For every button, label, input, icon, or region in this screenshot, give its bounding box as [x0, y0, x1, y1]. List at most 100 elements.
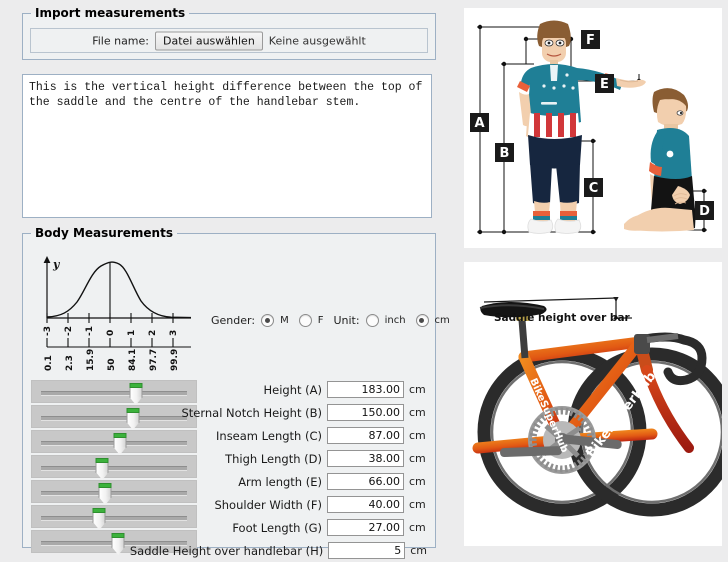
slider-thumb[interactable] — [113, 433, 127, 455]
svg-text:15.9: 15.9 — [86, 349, 96, 371]
slider-thumb-body — [95, 462, 109, 473]
measurement-unit-3: cm — [409, 452, 426, 465]
gender-radio-f[interactable] — [298, 314, 312, 327]
slider-thumb-body — [129, 387, 143, 398]
import-measurements-group: Import measurements File name: Datei aus… — [22, 6, 436, 60]
svg-text:-1: -1 — [85, 326, 95, 336]
slider-thumb[interactable] — [129, 383, 143, 405]
bicycle-saddle-height-diagram: Saddle height over bar BikeSuperHub Bike… — [464, 262, 722, 546]
measurement-input-5[interactable] — [327, 496, 404, 513]
svg-text:99.9: 99.9 — [170, 349, 180, 371]
slider-thumb[interactable] — [95, 458, 109, 480]
measurement-label-6: Foot Length (G) — [232, 520, 322, 535]
measurement-row-6: Foot Length (G) cm — [163, 516, 427, 539]
app-root: Import measurements File name: Datei aus… — [0, 0, 728, 560]
slider-thumb-tip-border — [92, 522, 106, 530]
svg-text:84.1: 84.1 — [128, 349, 138, 371]
measurement-row-7: Saddle Height over handlebar (H) cm — [130, 539, 427, 562]
slider-thumb-body — [111, 537, 125, 548]
measurement-unit-7: cm — [410, 544, 427, 557]
measurement-input-3[interactable] — [327, 450, 404, 467]
svg-text:0.1: 0.1 — [44, 355, 54, 371]
measurement-input-2[interactable] — [327, 427, 404, 444]
description-textarea[interactable]: This is the vertical height difference b… — [22, 74, 432, 218]
gender-radio-f-label: F — [317, 315, 324, 326]
slider-thumb-body — [92, 512, 106, 523]
chart-bell-curve — [46, 261, 192, 319]
cyclist-body-measurement-diagram: A B C D E F — [464, 8, 722, 248]
measurement-unit-0: cm — [409, 383, 426, 396]
import-inner-panel: File name: Datei auswählen Keine ausgewä… — [30, 28, 428, 53]
measurement-input-6[interactable] — [327, 519, 404, 536]
svg-text:B: B — [500, 146, 510, 161]
bike-diagram-svg: Saddle height over bar BikeSuperHub Bike… — [464, 262, 722, 546]
left-panel: Import measurements File name: Datei aus… — [0, 0, 458, 560]
measurement-input-7[interactable] — [328, 542, 406, 559]
measurement-input-1[interactable] — [327, 404, 404, 421]
measurement-unit-6: cm — [409, 521, 426, 534]
measurement-row-2: Inseam Length (C) cm — [163, 424, 427, 447]
svg-text:E: E — [600, 77, 609, 92]
slider-thumb[interactable] — [98, 483, 112, 505]
measurement-label-1: Sternal Notch Height (B) — [181, 405, 322, 420]
unit-radio-inch[interactable] — [365, 314, 379, 327]
body-measurements-legend: Body Measurements — [35, 226, 173, 240]
svg-text:0: 0 — [106, 330, 116, 336]
measurement-row-3: Thigh Length (D) cm — [163, 447, 427, 470]
svg-text:D: D — [699, 204, 710, 219]
chart-y-axis-label: y — [52, 258, 61, 271]
measurement-unit-1: cm — [409, 406, 426, 419]
measurement-row-5: Shoulder Width (F) cm — [163, 493, 427, 516]
measurement-label-0: Height (A) — [263, 382, 322, 397]
slider-thumb-cap — [126, 408, 140, 413]
svg-text:50: 50 — [107, 358, 117, 371]
slider-thumb-tip-border — [113, 447, 127, 455]
gender-radio-m-label: M — [280, 315, 289, 326]
svg-text:C: C — [589, 181, 599, 196]
measurement-unit-5: cm — [409, 498, 426, 511]
slider-thumb-cap — [111, 533, 125, 538]
chart-z-tick-labels: -3 -2 -1 0 1 2 3 — [43, 326, 179, 336]
svg-text:F: F — [586, 33, 595, 48]
slider-thumb[interactable] — [111, 533, 125, 555]
measurement-unit-2: cm — [409, 429, 426, 442]
body-diagram-svg: A B C D E F — [464, 8, 722, 248]
svg-text:2: 2 — [148, 330, 158, 336]
slider-thumb-tip-border — [126, 422, 140, 430]
slider-thumb-cap — [113, 433, 127, 438]
chart-svg: y -3 -2 -1 0 1 2 3 0.1 2.3 15.9 50 84.1 … — [43, 256, 192, 371]
file-name-label: File name: — [92, 34, 149, 47]
slider-thumb[interactable] — [92, 508, 106, 530]
measurement-unit-4: cm — [409, 475, 426, 488]
gender-unit-options-row: Gender: M F Unit: inch cm — [211, 314, 456, 327]
measurement-input-4[interactable] — [327, 473, 404, 490]
gender-radio-m[interactable] — [261, 314, 275, 327]
choose-file-button[interactable]: Datei auswählen — [155, 31, 263, 50]
slider-thumb[interactable] — [126, 408, 140, 430]
slider-thumb-tip-border — [111, 547, 125, 555]
unit-radio-inch-label: inch — [384, 315, 406, 326]
slider-thumb-cap — [129, 383, 143, 388]
no-file-selected-text: Keine ausgewählt — [268, 34, 366, 47]
body-measurements-group: Body Measurements y -3 -2 -1 0 1 2 3 0.1… — [22, 226, 450, 559]
slider-thumb-cap — [92, 508, 106, 513]
measurement-input-0[interactable] — [327, 381, 404, 398]
svg-text:-3: -3 — [43, 326, 53, 336]
slider-thumb-tip-border — [98, 497, 112, 505]
slider-thumb-body — [98, 487, 112, 498]
measurement-label-5: Shoulder Width (F) — [214, 497, 322, 512]
measurement-row-4: Arm length (E) cm — [163, 470, 427, 493]
unit-radio-cm[interactable] — [415, 314, 429, 327]
svg-text:3: 3 — [169, 330, 179, 336]
svg-text:A: A — [474, 116, 484, 131]
right-panel: A B C D E F Saddle height over bar BikeS… — [458, 0, 728, 560]
unit-label: Unit: — [333, 314, 360, 327]
slider-thumb-tip-border — [129, 397, 143, 405]
normal-distribution-chart: y -3 -2 -1 0 1 2 3 0.1 2.3 15.9 50 84.1 … — [31, 246, 206, 371]
saddle-height-annotation-label: Saddle height over bar — [494, 312, 631, 324]
measurement-label-3: Thigh Length (D) — [225, 451, 322, 466]
gender-label: Gender: — [211, 314, 256, 327]
measurement-fields: Height (A)cmSternal Notch Height (B)cmIn… — [130, 378, 427, 562]
slider-thumb-tip-border — [95, 472, 109, 480]
measurement-label-7: Saddle Height over handlebar (H) — [129, 543, 324, 558]
